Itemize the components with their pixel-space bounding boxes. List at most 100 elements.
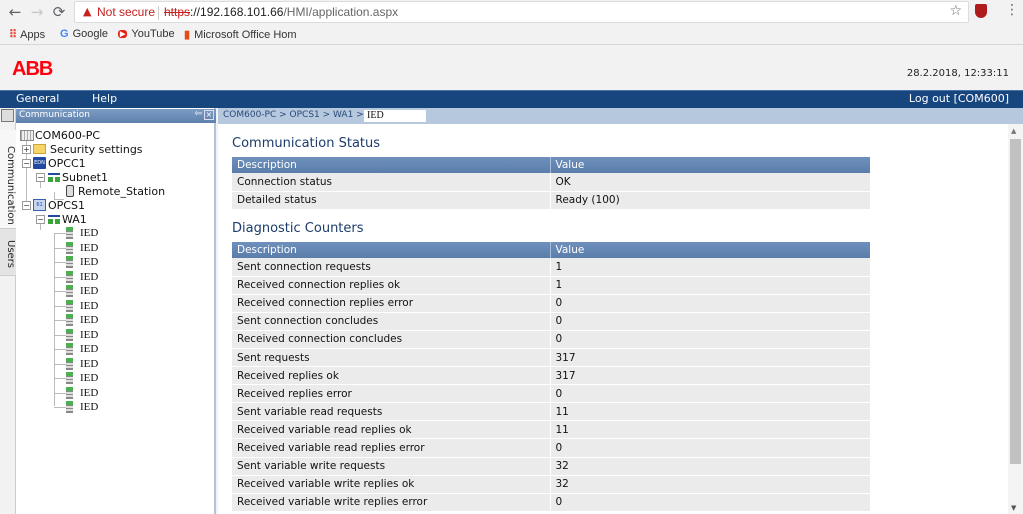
- collapse-icon[interactable]: −: [36, 214, 45, 224]
- side-tabs: Communication Users: [0, 108, 16, 514]
- breadcrumb[interactable]: COM600-PC > OPCS1 > WA1 >: [223, 110, 364, 120]
- tree-line: [54, 392, 66, 394]
- comm-status-title: Communication Status: [232, 136, 381, 151]
- pin-icon[interactable]: ⇦: [194, 109, 202, 119]
- browser-toolbar: ← → ⟳ ▲ Not secure https://192.168.101.6…: [0, 0, 1023, 24]
- row-value: 0: [550, 330, 870, 349]
- table-row: Sent variable read requests 11: [232, 402, 870, 422]
- table-row: Received variable read replies ok 11: [232, 420, 870, 440]
- node-label: COM600-PC: [35, 128, 101, 142]
- tree-node-ied[interactable]: IED: [66, 386, 98, 400]
- tree-node-opcs[interactable]: − 61 OPCS1: [22, 198, 85, 212]
- table-row: Received variable write replies error 0: [232, 493, 870, 512]
- reload-icon[interactable]: ⟳: [50, 3, 68, 21]
- bookmark-youtube[interactable]: ▶ YouTube: [118, 28, 175, 40]
- logout-link[interactable]: Log out [COM600]: [909, 92, 1009, 105]
- bookmark-label: Apps: [20, 28, 46, 41]
- scrollbar-thumb[interactable]: [1010, 139, 1021, 464]
- node-label: OPCS1: [48, 198, 85, 212]
- url-path: /HMI/application.aspx: [283, 5, 399, 19]
- tree-node-ied[interactable]: IED: [66, 371, 98, 385]
- menu-help[interactable]: Help: [92, 92, 117, 105]
- bookmark-google[interactable]: G Google: [60, 28, 108, 40]
- row-description: Received variable read replies ok: [232, 420, 551, 440]
- table-row: Received variable read replies error 0: [232, 438, 870, 458]
- tree-node-opcc[interactable]: − EDN OPCC1: [22, 156, 86, 170]
- tree-node-ied[interactable]: IED: [66, 357, 98, 371]
- extension-shield-icon[interactable]: [975, 4, 987, 18]
- column-header-description: Description: [232, 242, 551, 258]
- node-label: IED: [80, 401, 99, 413]
- breadcrumb-current[interactable]: IED: [364, 110, 426, 122]
- ied-icon: [66, 357, 73, 370]
- folder-icon: [33, 144, 46, 154]
- node-label: IED: [80, 314, 99, 326]
- table-row: Sent connection concludes 0: [232, 312, 870, 331]
- bookmark-star-icon[interactable]: ☆: [949, 3, 962, 19]
- menu-general[interactable]: General: [16, 92, 59, 105]
- row-description: Received connection concludes: [232, 330, 551, 349]
- tree-node-ied[interactable]: IED: [66, 255, 98, 269]
- table-row: Detailed status Ready (100): [232, 191, 870, 210]
- collapse-icon[interactable]: −: [22, 200, 31, 210]
- address-bar[interactable]: ▲ Not secure https://192.168.101.66/HMI/…: [74, 1, 969, 23]
- forward-icon[interactable]: →: [28, 3, 46, 21]
- node-label: Security settings: [50, 142, 143, 156]
- comm-status-table: Description Value Connection status OK Det…: [232, 157, 870, 210]
- tree-line: [54, 262, 66, 263]
- bookmark-office[interactable]: ▮ Microsoft Office Hom: [184, 28, 297, 42]
- tree-node-ied[interactable]: IED: [66, 328, 98, 342]
- collapse-icon[interactable]: −: [22, 158, 31, 168]
- security-label[interactable]: Not secure: [97, 5, 155, 19]
- tree-line: [54, 247, 66, 249]
- office-icon: ▮: [184, 29, 191, 41]
- tree-node-ied[interactable]: IED: [66, 241, 98, 255]
- scroll-up-icon[interactable]: ▲: [1011, 127, 1016, 135]
- ied-icon: [66, 299, 73, 312]
- scroll-down-icon[interactable]: ▼: [1011, 504, 1016, 512]
- ied-icon: [66, 270, 73, 283]
- tree-node-subnet[interactable]: − Subnet1: [36, 170, 108, 184]
- tree-node-security[interactable]: + Security settings: [22, 142, 143, 156]
- tree-node-ied[interactable]: IED: [66, 226, 98, 240]
- tree-node-ied[interactable]: IED: [66, 313, 98, 327]
- tree-line: [54, 349, 66, 350]
- menu-bar: General Help Log out [COM600]: [0, 90, 1023, 108]
- tree-node-ied[interactable]: IED: [66, 299, 98, 313]
- warning-icon[interactable]: ▲: [83, 5, 91, 18]
- ied-icon: [66, 256, 73, 268]
- expand-icon[interactable]: +: [22, 144, 31, 154]
- row-value: 11: [550, 420, 870, 440]
- bookmark-label: Microsoft Office Hom: [194, 28, 297, 41]
- close-icon[interactable]: ×: [204, 110, 214, 120]
- row-value: 1: [550, 258, 870, 277]
- computer-icon: [20, 129, 34, 141]
- column-header-value: Value: [550, 157, 870, 173]
- node-label: IED: [80, 270, 99, 283]
- diag-table: Description Value Sent connection reques…: [232, 242, 870, 512]
- tab-users[interactable]: Users: [0, 228, 16, 276]
- tree-node-ied[interactable]: IED: [66, 342, 98, 356]
- node-label: IED: [80, 328, 99, 341]
- tree-node-ied[interactable]: IED: [66, 400, 98, 414]
- vertical-scrollbar[interactable]: ▲ ▼: [1008, 124, 1023, 514]
- google-icon: G: [60, 28, 69, 40]
- bookmark-apps[interactable]: ⠿ Apps: [9, 28, 46, 42]
- apps-grid-icon: ⠿: [9, 29, 17, 41]
- tree-node-ied[interactable]: IED: [66, 270, 98, 284]
- row-value: 32: [550, 475, 870, 494]
- tree-node-root[interactable]: COM600-PC: [20, 128, 100, 142]
- youtube-icon: ▶: [118, 30, 128, 38]
- tree-node-wa[interactable]: − WA1: [36, 212, 87, 226]
- bookmarks-bar: ⠿ Apps G Google ▶ YouTube ▮ Microsoft Of…: [0, 24, 1023, 45]
- back-icon[interactable]: ←: [6, 3, 24, 21]
- tree-node-ied[interactable]: IED: [66, 284, 98, 298]
- browser-menu-icon[interactable]: ⋮: [1005, 2, 1019, 18]
- tab-communication[interactable]: Communication: [0, 130, 16, 240]
- url-text[interactable]: https://192.168.101.66/HMI/application.a…: [164, 5, 398, 19]
- tree-node-station[interactable]: Remote_Station: [66, 184, 165, 198]
- node-label: IED: [80, 227, 99, 239]
- tree-line: [54, 407, 66, 408]
- ied-icon: [66, 372, 73, 384]
- collapse-icon[interactable]: −: [36, 172, 45, 182]
